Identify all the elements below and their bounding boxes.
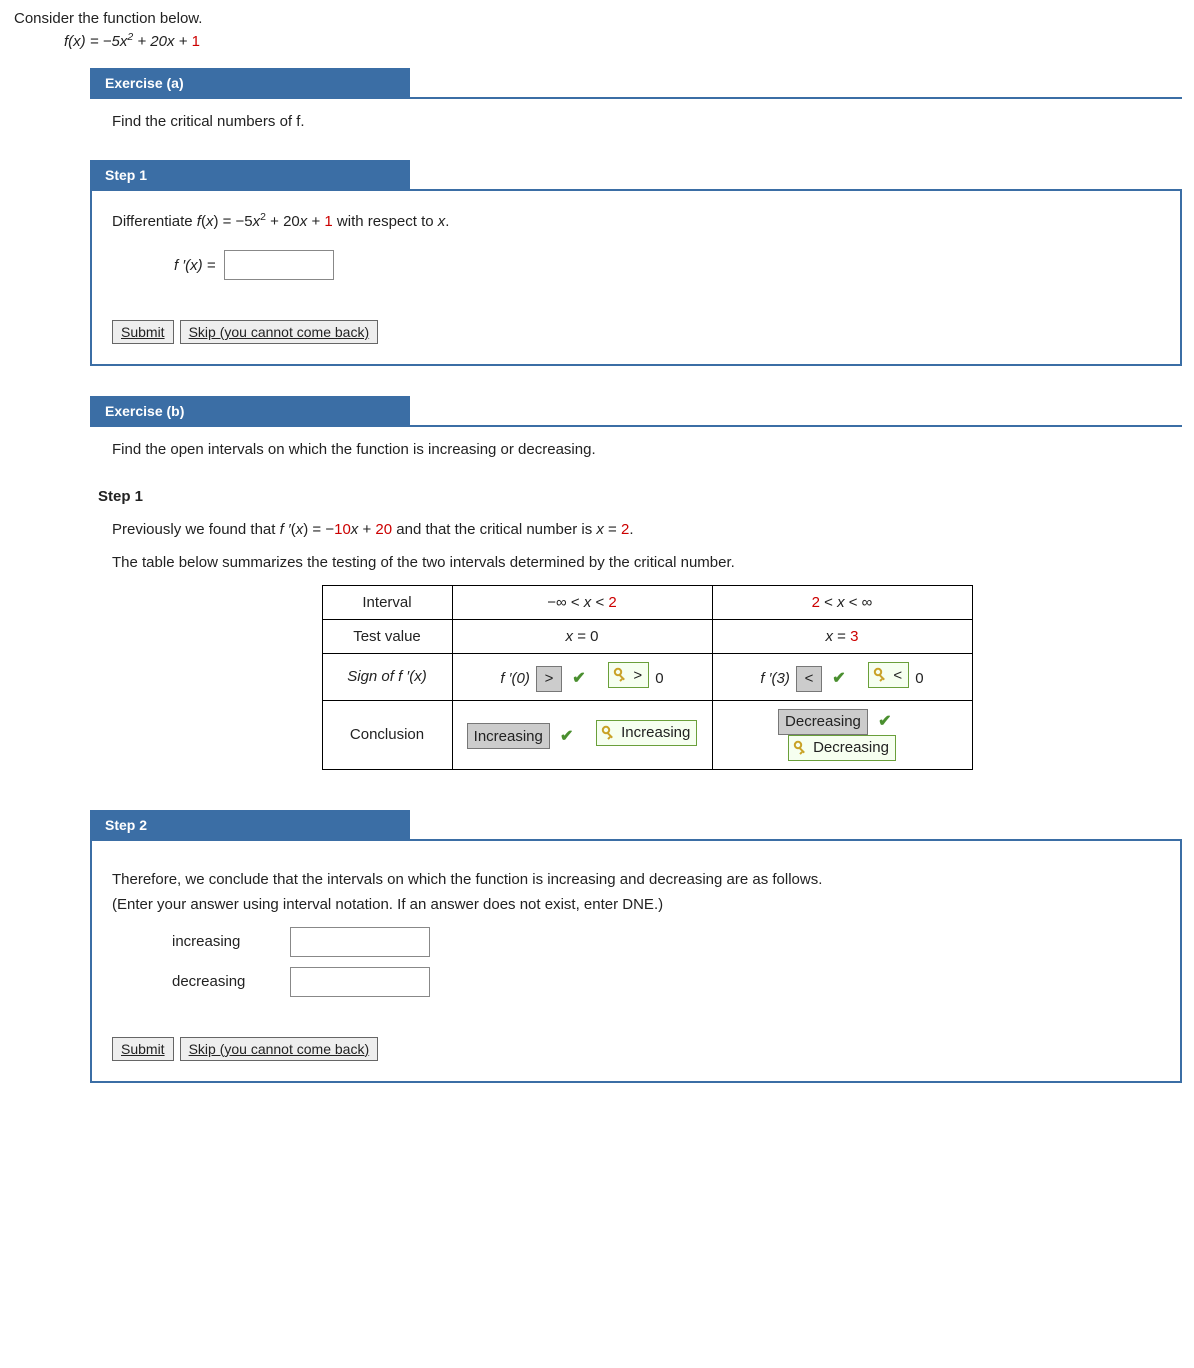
concl-col1-key: Increasing	[596, 720, 697, 746]
exercise-b-header: Exercise (b)	[90, 396, 410, 427]
page-intro: Consider the function below.	[14, 10, 1182, 27]
check-icon: ✔	[560, 728, 573, 745]
exA-step1-header: Step 1	[90, 160, 410, 191]
check-icon: ✔	[572, 670, 585, 687]
interval-col1: −∞ < x < 2	[452, 586, 712, 620]
exercise-a-header: Exercise (a)	[90, 68, 410, 99]
sign-col2: f ′(3) < ✔ < 0	[712, 654, 972, 701]
exA-submit-button[interactable]: Submit	[112, 320, 174, 344]
key-icon	[873, 667, 889, 683]
sign-col2-answer[interactable]: <	[796, 666, 822, 692]
step2-text1: Therefore, we conclude that the interval…	[112, 869, 1160, 890]
decreasing-input[interactable]	[290, 967, 430, 997]
exercise-b-prompt: Find the open intervals on which the fun…	[112, 441, 1182, 458]
test-col2: x = 3	[712, 620, 972, 654]
key-icon	[601, 725, 617, 741]
concl-col2-key: Decreasing	[788, 735, 896, 761]
decreasing-label: decreasing	[172, 973, 272, 990]
exA-step1-box: Differentiate f(x) = −5x2 + 20x + 1 with…	[90, 191, 1182, 366]
row-interval-label: Interval	[322, 586, 452, 620]
sign-col1: f ′(0) > ✔ > 0	[452, 654, 712, 701]
exB-step2-box: Therefore, we conclude that the interval…	[90, 841, 1182, 1083]
row-test-label: Test value	[322, 620, 452, 654]
sign-col1-key: >	[608, 662, 649, 688]
increasing-label: increasing	[172, 933, 272, 950]
concl-col1: Increasing ✔ Increasing	[452, 700, 712, 769]
exB-step2-header: Step 2	[90, 810, 410, 841]
check-icon: ✔	[832, 670, 845, 687]
key-icon	[793, 740, 809, 756]
concl-col1-answer[interactable]: Increasing	[467, 723, 550, 749]
fprime-input[interactable]	[224, 250, 334, 280]
check-icon: ✔	[878, 713, 891, 730]
exA-skip-button[interactable]: Skip (you cannot come back)	[180, 320, 379, 344]
row-sign-label: Sign of f ′(x)	[322, 654, 452, 701]
fprime-label: f ′(x) =	[174, 257, 216, 274]
concl-col2-answer[interactable]: Decreasing	[778, 709, 868, 735]
interval-col2: 2 < x < ∞	[712, 586, 972, 620]
exB-step1-title: Step 1	[98, 488, 1182, 505]
differentiate-instruction: Differentiate f(x) = −5x2 + 20x + 1 with…	[112, 211, 1160, 230]
exB-previously-text: Previously we found that f ′(x) = −10x +…	[112, 519, 1182, 540]
row-conclusion-label: Conclusion	[322, 700, 452, 769]
exB-table-intro: The table below summarizes the testing o…	[112, 552, 1182, 573]
exercise-a-prompt: Find the critical numbers of f.	[112, 113, 1182, 130]
sign-col2-key: <	[868, 662, 909, 688]
exB-submit-button[interactable]: Submit	[112, 1037, 174, 1061]
test-col1: x = 0	[452, 620, 712, 654]
exB-skip-button[interactable]: Skip (you cannot come back)	[180, 1037, 379, 1061]
key-icon	[613, 667, 629, 683]
sign-table: Interval −∞ < x < 2 2 < x < ∞ Test value…	[322, 585, 973, 770]
increasing-input[interactable]	[290, 927, 430, 957]
concl-col2: Decreasing ✔ Decreasing	[712, 700, 972, 769]
function-definition: f(x) = −5x2 + 20x + 1	[64, 31, 1182, 50]
sign-col1-answer[interactable]: >	[536, 666, 562, 692]
step2-text2: (Enter your answer using interval notati…	[112, 894, 1160, 915]
